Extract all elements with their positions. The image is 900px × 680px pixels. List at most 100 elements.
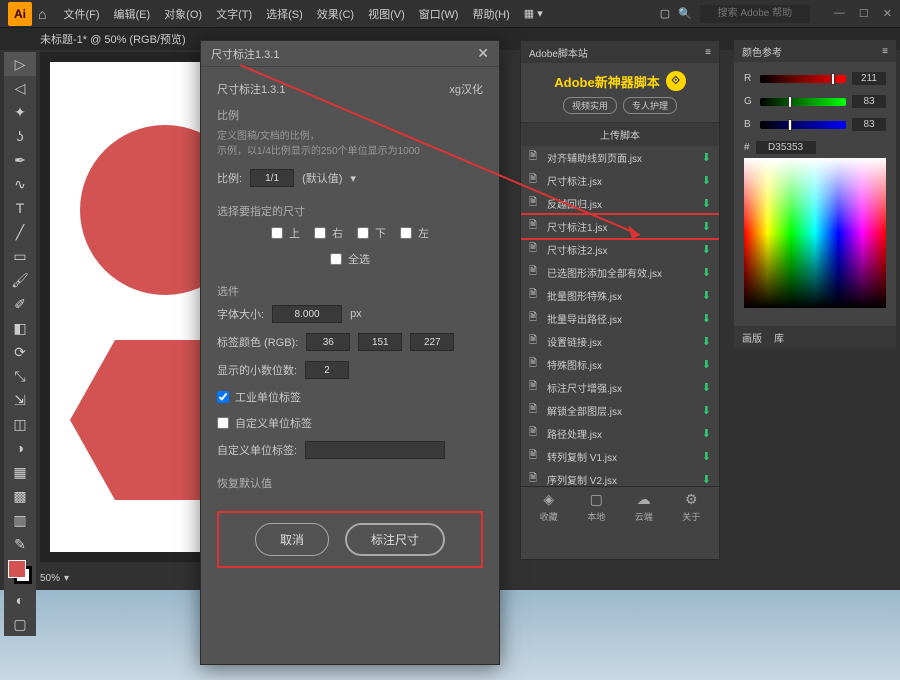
menu-window[interactable]: 窗口(W): [412, 6, 466, 22]
side-right-chk[interactable]: [314, 227, 326, 239]
download-icon[interactable]: ⬇: [702, 404, 711, 417]
width-tool[interactable]: ⇲: [4, 388, 36, 412]
zoom-value[interactable]: 50%: [40, 573, 60, 584]
panel-menu-icon[interactable]: ≡: [705, 47, 711, 58]
b-slider[interactable]: [760, 121, 846, 129]
color-swatch[interactable]: [8, 560, 32, 584]
download-icon[interactable]: ⬇: [702, 174, 711, 187]
script-item[interactable]: 🗎批量图形特殊.jsx⬇: [521, 284, 719, 307]
rotate-tool[interactable]: ⟳: [4, 340, 36, 364]
rectangle-tool[interactable]: ▭: [4, 244, 36, 268]
r-value[interactable]: 211: [852, 72, 886, 85]
download-icon[interactable]: ⬇: [702, 427, 711, 440]
sub-btn-video[interactable]: 视频实用: [563, 97, 617, 114]
script-item[interactable]: 🗎解锁全部图层.jsx⬇: [521, 399, 719, 422]
footer-cloud[interactable]: ☁云端: [635, 491, 653, 523]
color-panel-menu-icon[interactable]: ≡: [882, 46, 888, 57]
rgb-r-input[interactable]: [306, 333, 350, 351]
font-size-input[interactable]: [272, 305, 342, 323]
scale-input[interactable]: [250, 169, 294, 187]
r-slider[interactable]: [760, 75, 846, 83]
script-item[interactable]: 🗎已选图形添加全部有效.jsx⬇: [521, 261, 719, 284]
script-item[interactable]: 🗎特殊图标.jsx⬇: [521, 353, 719, 376]
hex-value[interactable]: D35353: [756, 141, 816, 154]
scale-dropdown-icon[interactable]: ▾: [350, 172, 356, 185]
menu-view[interactable]: 视图(V): [361, 6, 412, 22]
direct-selection-tool[interactable]: ◁: [4, 76, 36, 100]
custom-unit-input[interactable]: [305, 441, 445, 459]
swatch-tab-artboard[interactable]: 画版: [742, 330, 762, 345]
side-left-chk[interactable]: [400, 227, 412, 239]
download-icon[interactable]: ⬇: [702, 312, 711, 325]
shaper-tool[interactable]: ✐: [4, 292, 36, 316]
download-icon[interactable]: ⬇: [702, 450, 711, 463]
dialog-close-icon[interactable]: ✕: [477, 45, 489, 62]
draw-mode[interactable]: ◐: [4, 588, 36, 612]
menu-effect[interactable]: 效果(C): [310, 6, 361, 22]
share-icon[interactable]: ▢: [660, 7, 670, 20]
script-item[interactable]: 🗎设置链接.jsx⬇: [521, 330, 719, 353]
menu-file[interactable]: 文件(F): [56, 6, 106, 22]
scripts-panel-tab[interactable]: Adobe脚本站 ≡: [521, 41, 719, 63]
script-list[interactable]: 🗎对齐辅助线到页面.jsx⬇🗎尺寸标注.jsx⬇🗎反越回归.jsx⬇🗎尺寸标注1…: [521, 146, 719, 486]
sub-btn-care[interactable]: 专人护理: [623, 97, 677, 114]
search-input[interactable]: [700, 5, 810, 23]
menu-type[interactable]: 文字(T): [209, 6, 259, 22]
script-item[interactable]: 🗎对齐辅助线到页面.jsx⬇: [521, 146, 719, 169]
lasso-tool[interactable]: ʖ: [4, 124, 36, 148]
side-down-chk[interactable]: [357, 227, 369, 239]
paintbrush-tool[interactable]: 🖌: [4, 268, 36, 292]
win-close[interactable]: ✕: [883, 7, 892, 20]
type-tool[interactable]: T: [4, 196, 36, 220]
zoom-dropdown-icon[interactable]: ▾: [64, 573, 69, 584]
home-icon[interactable]: ⌂: [38, 6, 46, 22]
script-item[interactable]: 🗎尺寸标注.jsx⬇: [521, 169, 719, 192]
document-tab[interactable]: 未标题-1* @ 50% (RGB/预览): [40, 31, 186, 47]
download-icon[interactable]: ⬇: [702, 266, 711, 279]
decimals-input[interactable]: [305, 361, 349, 379]
side-up-chk[interactable]: [271, 227, 283, 239]
screen-mode[interactable]: ▢: [4, 612, 36, 636]
g-value[interactable]: 83: [852, 95, 886, 108]
dialog-titlebar[interactable]: 尺寸标注1.3.1 ✕: [201, 41, 499, 67]
magic-wand-tool[interactable]: ✦: [4, 100, 36, 124]
win-maximize[interactable]: ☐: [859, 7, 869, 20]
download-icon[interactable]: ⬇: [702, 151, 711, 164]
g-slider[interactable]: [760, 98, 846, 106]
download-icon[interactable]: ⬇: [702, 381, 711, 394]
download-icon[interactable]: ⬇: [702, 335, 711, 348]
select-all-chk[interactable]: [330, 253, 342, 265]
rgb-b-input[interactable]: [410, 333, 454, 351]
swatch-tab-library[interactable]: 库: [774, 330, 784, 345]
color-spectrum[interactable]: [744, 158, 886, 308]
rgb-g-input[interactable]: [358, 333, 402, 351]
footer-about[interactable]: ⚙关于: [682, 491, 700, 523]
menu-edit[interactable]: 编辑(E): [107, 6, 158, 22]
script-item[interactable]: 🗎尺寸标注1.jsx⬇: [521, 215, 719, 238]
ok-button[interactable]: 标注尺寸: [345, 523, 445, 556]
download-icon[interactable]: ⬇: [702, 473, 711, 486]
download-icon[interactable]: ⬇: [702, 289, 711, 302]
perspective-tool[interactable]: ▦: [4, 460, 36, 484]
gradient-tool[interactable]: ▥: [4, 508, 36, 532]
win-minimize[interactable]: —: [834, 7, 845, 20]
download-icon[interactable]: ⬇: [702, 243, 711, 256]
download-icon[interactable]: ⬇: [702, 220, 711, 233]
color-panel-tab[interactable]: 颜色参考≡: [734, 40, 896, 62]
custom-unit-chk[interactable]: [217, 417, 229, 429]
menu-object[interactable]: 对象(O): [157, 6, 209, 22]
download-icon[interactable]: ⬇: [702, 358, 711, 371]
script-item[interactable]: 🗎标注尺寸增强.jsx⬇: [521, 376, 719, 399]
search-icon[interactable]: 🔍: [678, 7, 692, 20]
industrial-chk[interactable]: [217, 391, 229, 403]
workspace-switcher[interactable]: ▦ ▾: [517, 7, 550, 20]
line-tool[interactable]: ╱: [4, 220, 36, 244]
pen-tool[interactable]: ✒: [4, 148, 36, 172]
script-item[interactable]: 🗎反越回归.jsx⬇: [521, 192, 719, 215]
script-item[interactable]: 🗎序列复制 V2.jsx⬇: [521, 468, 719, 486]
script-item[interactable]: 🗎转列复制 V1.jsx⬇: [521, 445, 719, 468]
fill-color[interactable]: [8, 560, 26, 578]
download-icon[interactable]: ⬇: [702, 197, 711, 210]
script-item[interactable]: 🗎批量导出路径.jsx⬇: [521, 307, 719, 330]
curvature-tool[interactable]: ∿: [4, 172, 36, 196]
